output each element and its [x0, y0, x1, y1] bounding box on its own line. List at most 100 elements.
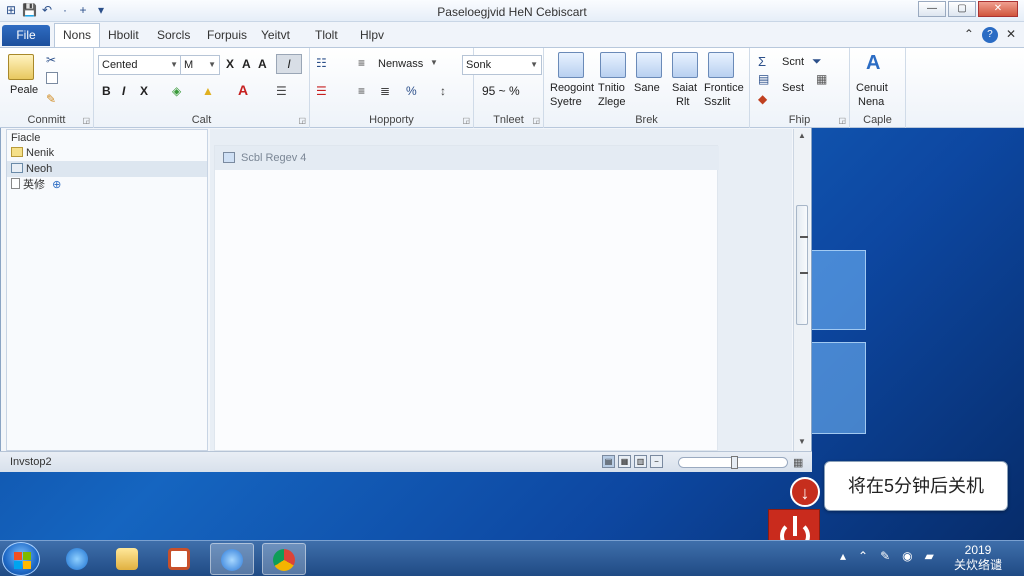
volume-icon[interactable]: ◉ — [902, 549, 912, 563]
italic-style-icon[interactable]: I — [276, 54, 302, 74]
font-launcher-icon[interactable]: ◲ — [298, 116, 306, 125]
chevron-down-icon[interactable]: ▼ — [430, 58, 438, 67]
download-arrow-icon[interactable]: ↓ — [790, 477, 820, 507]
collapse-ribbon-icon[interactable]: ⌃ — [964, 27, 974, 43]
clear-format-button[interactable]: X — [226, 57, 234, 71]
help-icon[interactable]: ? — [981, 27, 998, 43]
conditional-format-icon[interactable] — [558, 52, 584, 78]
clear-icon[interactable]: ◆ — [758, 92, 767, 106]
italic-button[interactable]: I — [122, 84, 125, 98]
tab-home[interactable]: Nons — [54, 23, 101, 47]
sort-label[interactable]: Scnt — [782, 56, 804, 68]
number-launcher-icon[interactable]: ◲ — [532, 116, 540, 125]
style-button-3-line1[interactable]: Sane — [634, 82, 660, 94]
nav-item-chinese[interactable]: 英修 ⊕ — [11, 177, 61, 193]
layout-view-icon[interactable]: ▦ — [618, 455, 631, 468]
pen-icon[interactable]: ✎ — [880, 549, 890, 563]
fill-icon[interactable]: ▤ — [758, 72, 769, 86]
format-painter-icon[interactable]: ✎ — [46, 92, 56, 106]
scroll-up-icon[interactable]: ▲ — [798, 131, 806, 140]
insert-icon[interactable] — [672, 52, 698, 78]
vertical-scrollbar[interactable]: ▲ ▼ — [793, 129, 810, 451]
paste-label[interactable]: Peale — [10, 84, 38, 96]
format-table-icon[interactable] — [600, 52, 626, 78]
file-tab[interactable]: File — [2, 25, 50, 46]
percent-icon[interactable]: % — [406, 84, 417, 98]
cell-styles-icon[interactable] — [636, 52, 662, 78]
tab-data[interactable]: Yeitvt — [261, 28, 290, 42]
paste-icon[interactable] — [8, 54, 34, 80]
show-hidden-icon[interactable]: ▴ — [840, 549, 846, 563]
font-name-combo[interactable]: Cented ▼ — [98, 55, 182, 75]
tab-layout[interactable]: Sorcls — [157, 28, 190, 42]
paragraph-style-label[interactable]: Nenwass — [378, 58, 423, 70]
find-icon[interactable]: ▦ — [816, 72, 827, 86]
scroll-thumb[interactable] — [796, 205, 808, 325]
caple-line1[interactable]: Cenuit — [856, 82, 888, 94]
style-button-4-line2[interactable]: Rlt — [676, 96, 689, 108]
grow-font-button[interactable]: A — [242, 57, 251, 71]
page-break-view-icon[interactable]: ▥ — [634, 455, 647, 468]
style-button-2-line1[interactable]: Tnitio — [598, 82, 625, 94]
tab-help[interactable]: Hlpv — [360, 28, 384, 42]
taskbar-media[interactable] — [158, 543, 202, 575]
zoom-out-icon[interactable]: − — [650, 455, 663, 468]
style-button-4-line1[interactable]: Saiat — [672, 82, 697, 94]
taskbar-ie[interactable] — [56, 543, 100, 575]
select-label[interactable]: Sest — [782, 82, 804, 94]
style-button-1-line1[interactable]: Reogoint — [550, 82, 594, 94]
ribbon-close-icon[interactable]: ✕ — [1006, 27, 1016, 43]
font-color-icon[interactable]: A — [238, 82, 248, 98]
shrink-font-button[interactable]: A — [258, 57, 267, 71]
text-color-icon[interactable]: ☰ — [316, 84, 327, 98]
normal-view-icon[interactable]: ▤ — [602, 455, 615, 468]
sum-icon[interactable]: Σ — [758, 54, 766, 69]
tab-insert[interactable]: Hbolit — [108, 28, 139, 42]
tab-review[interactable]: Tlolt — [315, 28, 338, 42]
start-button[interactable] — [2, 542, 40, 576]
percent-format-button[interactable]: 95 ~ % — [482, 84, 520, 98]
zoom-slider[interactable] — [678, 456, 788, 469]
spacing-icon[interactable]: ↕ — [440, 84, 446, 98]
nav-item-neoh[interactable]: Neoh — [7, 161, 207, 177]
number-format-combo[interactable]: Sonk ▼ — [462, 55, 542, 75]
maximize-button[interactable]: ▢ — [948, 1, 976, 17]
highlight-color-icon[interactable]: ▲ — [202, 84, 214, 98]
taskbar-explorer[interactable] — [106, 543, 150, 575]
document-page[interactable]: Scbl Regev 4 — [214, 145, 719, 451]
arrow-up-icon[interactable]: ⌃ — [858, 549, 868, 563]
zoom-knob[interactable] — [731, 456, 738, 469]
font-size-combo[interactable]: M ▼ — [180, 55, 220, 75]
style-button-5-line2[interactable]: Sszlit — [704, 96, 730, 108]
list-icon[interactable]: ☷ — [316, 56, 327, 70]
caple-line2[interactable]: Nena — [858, 96, 884, 108]
cut-icon[interactable]: ✂ — [46, 53, 56, 67]
style-button-2-line2[interactable]: Zlege — [598, 96, 626, 108]
clock[interactable]: 2019 关炊络谴 — [948, 543, 1008, 573]
align-icon[interactable]: ≡ — [358, 56, 365, 70]
style-button-1-line2[interactable]: Syetre — [550, 96, 582, 108]
delete-icon[interactable] — [708, 52, 734, 78]
indent-icon[interactable]: ≡ — [358, 84, 365, 98]
scroll-down-icon[interactable]: ▼ — [798, 437, 806, 446]
taskbar-chrome[interactable] — [262, 543, 306, 575]
border-icon[interactable]: ☰ — [276, 84, 287, 98]
paragraph-launcher-icon[interactable]: ◲ — [462, 116, 470, 125]
addin-icon[interactable]: A — [866, 52, 880, 75]
shutdown-notification[interactable]: 将在5分钟后关机 — [824, 461, 1008, 511]
strikethrough-button[interactable]: X — [140, 84, 148, 98]
close-button[interactable]: ✕ — [978, 1, 1018, 17]
nav-item-nenik[interactable]: Nenik — [11, 145, 54, 161]
outdent-icon[interactable]: ≣ — [380, 84, 390, 98]
copy-icon[interactable] — [46, 72, 58, 84]
editing-launcher-icon[interactable]: ◲ — [838, 116, 846, 125]
taskbar-app-blue[interactable] — [210, 543, 254, 575]
filter-icon[interactable]: ⏷ — [812, 54, 822, 69]
bold-button[interactable]: B — [102, 84, 111, 98]
tab-formulas[interactable]: Forpuis — [207, 28, 247, 42]
zoom-in-icon[interactable]: ▦ — [793, 456, 803, 469]
fill-color-icon[interactable]: ◈ — [172, 84, 181, 98]
clipboard-launcher-icon[interactable]: ◲ — [82, 116, 90, 125]
style-button-5-line1[interactable]: Frontice — [704, 82, 744, 94]
network-icon[interactable]: ▰ — [925, 549, 934, 563]
